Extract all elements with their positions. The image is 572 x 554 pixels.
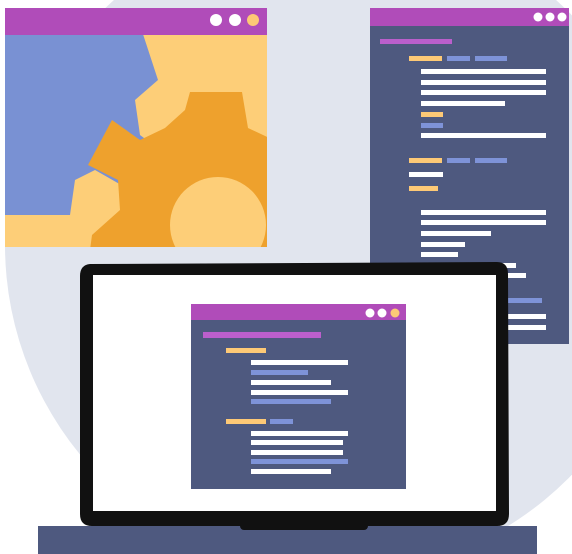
laptop-base bbox=[38, 526, 537, 554]
illustration-stage bbox=[0, 0, 572, 554]
settings-window-titlebar bbox=[5, 8, 267, 35]
window-dots-icon bbox=[365, 308, 400, 318]
window-dots-icon bbox=[210, 14, 259, 26]
laptop bbox=[38, 262, 537, 554]
illustration-canvas bbox=[5, 0, 572, 554]
window-dots-icon bbox=[533, 12, 567, 22]
laptop-code-window bbox=[191, 304, 406, 489]
